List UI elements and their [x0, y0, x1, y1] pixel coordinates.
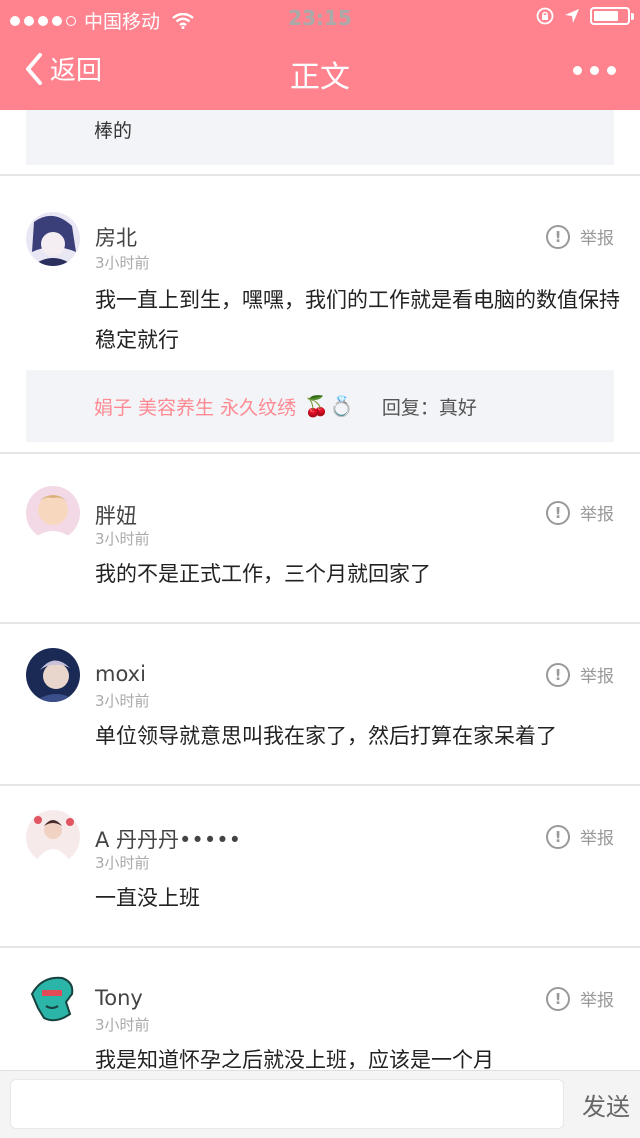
- comment-list[interactable]: 棒的 房北 3小时前 ! 举报 我一直上到生，嘿嘿，我们的工作就是看电脑的数值保…: [0, 110, 640, 1070]
- user-name[interactable]: 胖妞: [95, 500, 137, 530]
- report-button[interactable]: ! 举报: [546, 986, 614, 1011]
- alert-icon: !: [546, 500, 570, 525]
- report-button[interactable]: ! 举报: [546, 224, 614, 249]
- alert-icon: !: [546, 662, 570, 687]
- previous-reply-text: 棒的: [94, 120, 133, 142]
- reply-box[interactable]: 娟子 美容养生 永久纹绣 🍒💍 回复： 真好: [26, 370, 614, 442]
- comment-item: A 丹丹丹••••• 3小时前 ! 举报 一直没上班: [0, 786, 640, 946]
- comment-text: 我一直上到生，嘿嘿，我们的工作就是看电脑的数值保持稳定就行: [95, 288, 620, 352]
- reply-content: 真好: [438, 396, 477, 419]
- more-dot-icon: [573, 66, 582, 75]
- comment-text: 单位领导就意思叫我在家了，然后打算在家呆着了: [95, 724, 557, 748]
- user-name[interactable]: 房北: [95, 222, 137, 252]
- user-name[interactable]: moxi: [95, 662, 146, 686]
- battery-icon: [590, 7, 634, 25]
- comment-item: 胖妞 3小时前 ! 举报 我的不是正式工作，三个月就回家了: [0, 454, 640, 622]
- status-bar: 中国移动 23:15: [0, 0, 640, 36]
- avatar[interactable]: [26, 972, 80, 1026]
- status-right: [536, 7, 634, 25]
- comment-time: 3小时前: [95, 1016, 150, 1034]
- previous-reply-box: 棒的: [26, 110, 614, 165]
- rotation-lock-icon: [536, 7, 554, 25]
- report-button[interactable]: ! 举报: [546, 500, 614, 525]
- avatar[interactable]: [26, 648, 80, 702]
- report-button[interactable]: ! 举报: [546, 824, 614, 849]
- reply-user-name[interactable]: 娟子 美容养生 永久纹绣: [94, 393, 296, 420]
- alert-icon: !: [546, 986, 570, 1011]
- alert-icon: !: [546, 224, 570, 249]
- avatar[interactable]: [26, 486, 80, 540]
- comment-input[interactable]: [10, 1079, 564, 1129]
- report-label: 举报: [580, 229, 614, 249]
- comment-text: 我是知道怀孕之后就没上班，应该是一个月: [95, 1048, 494, 1070]
- user-name[interactable]: Tony: [95, 986, 143, 1010]
- report-label: 举报: [580, 505, 614, 525]
- page-title: 正文: [290, 60, 350, 95]
- report-label: 举报: [580, 991, 614, 1011]
- reply-label: 回复：: [381, 396, 439, 419]
- more-button[interactable]: [573, 66, 616, 75]
- report-label: 举报: [580, 667, 614, 687]
- comment-item: Tony 3小时前 ! 举报 我是知道怀孕之后就没上班，应该是一个月: [0, 948, 640, 1070]
- comment-time: 3小时前: [95, 254, 150, 272]
- user-name[interactable]: A 丹丹丹•••••: [95, 824, 241, 854]
- navbar: 返回 正文: [0, 36, 640, 110]
- location-icon: [565, 9, 579, 23]
- more-dot-icon: [590, 66, 599, 75]
- reply-emoji: 🍒💍: [304, 394, 354, 418]
- header: 中国移动 23:15 返回 正文: [0, 0, 640, 110]
- report-label: 举报: [580, 829, 614, 849]
- comment-input-bar: 发送: [0, 1070, 640, 1138]
- comment-time: 3小时前: [95, 854, 150, 872]
- app-screen: 中国移动 23:15 返回 正文 棒的 房北 3小时前 ! 举报 我一直上到生，…: [0, 0, 640, 1138]
- comment-item: moxi 3小时前 ! 举报 单位领导就意思叫我在家了，然后打算在家呆着了: [0, 624, 640, 784]
- more-dot-icon: [607, 66, 616, 75]
- send-button[interactable]: 发送: [582, 1087, 630, 1122]
- comment-time: 3小时前: [95, 530, 150, 548]
- comment-time: 3小时前: [95, 692, 150, 710]
- alert-icon: !: [546, 824, 570, 849]
- avatar[interactable]: [26, 212, 80, 266]
- avatar[interactable]: [26, 810, 80, 864]
- report-button[interactable]: ! 举报: [546, 662, 614, 687]
- comment-text: 一直没上班: [95, 886, 200, 910]
- comment-item: 房北 3小时前 ! 举报 我一直上到生，嘿嘿，我们的工作就是看电脑的数值保持稳定…: [0, 176, 640, 452]
- comment-text: 我的不是正式工作，三个月就回家了: [95, 562, 431, 586]
